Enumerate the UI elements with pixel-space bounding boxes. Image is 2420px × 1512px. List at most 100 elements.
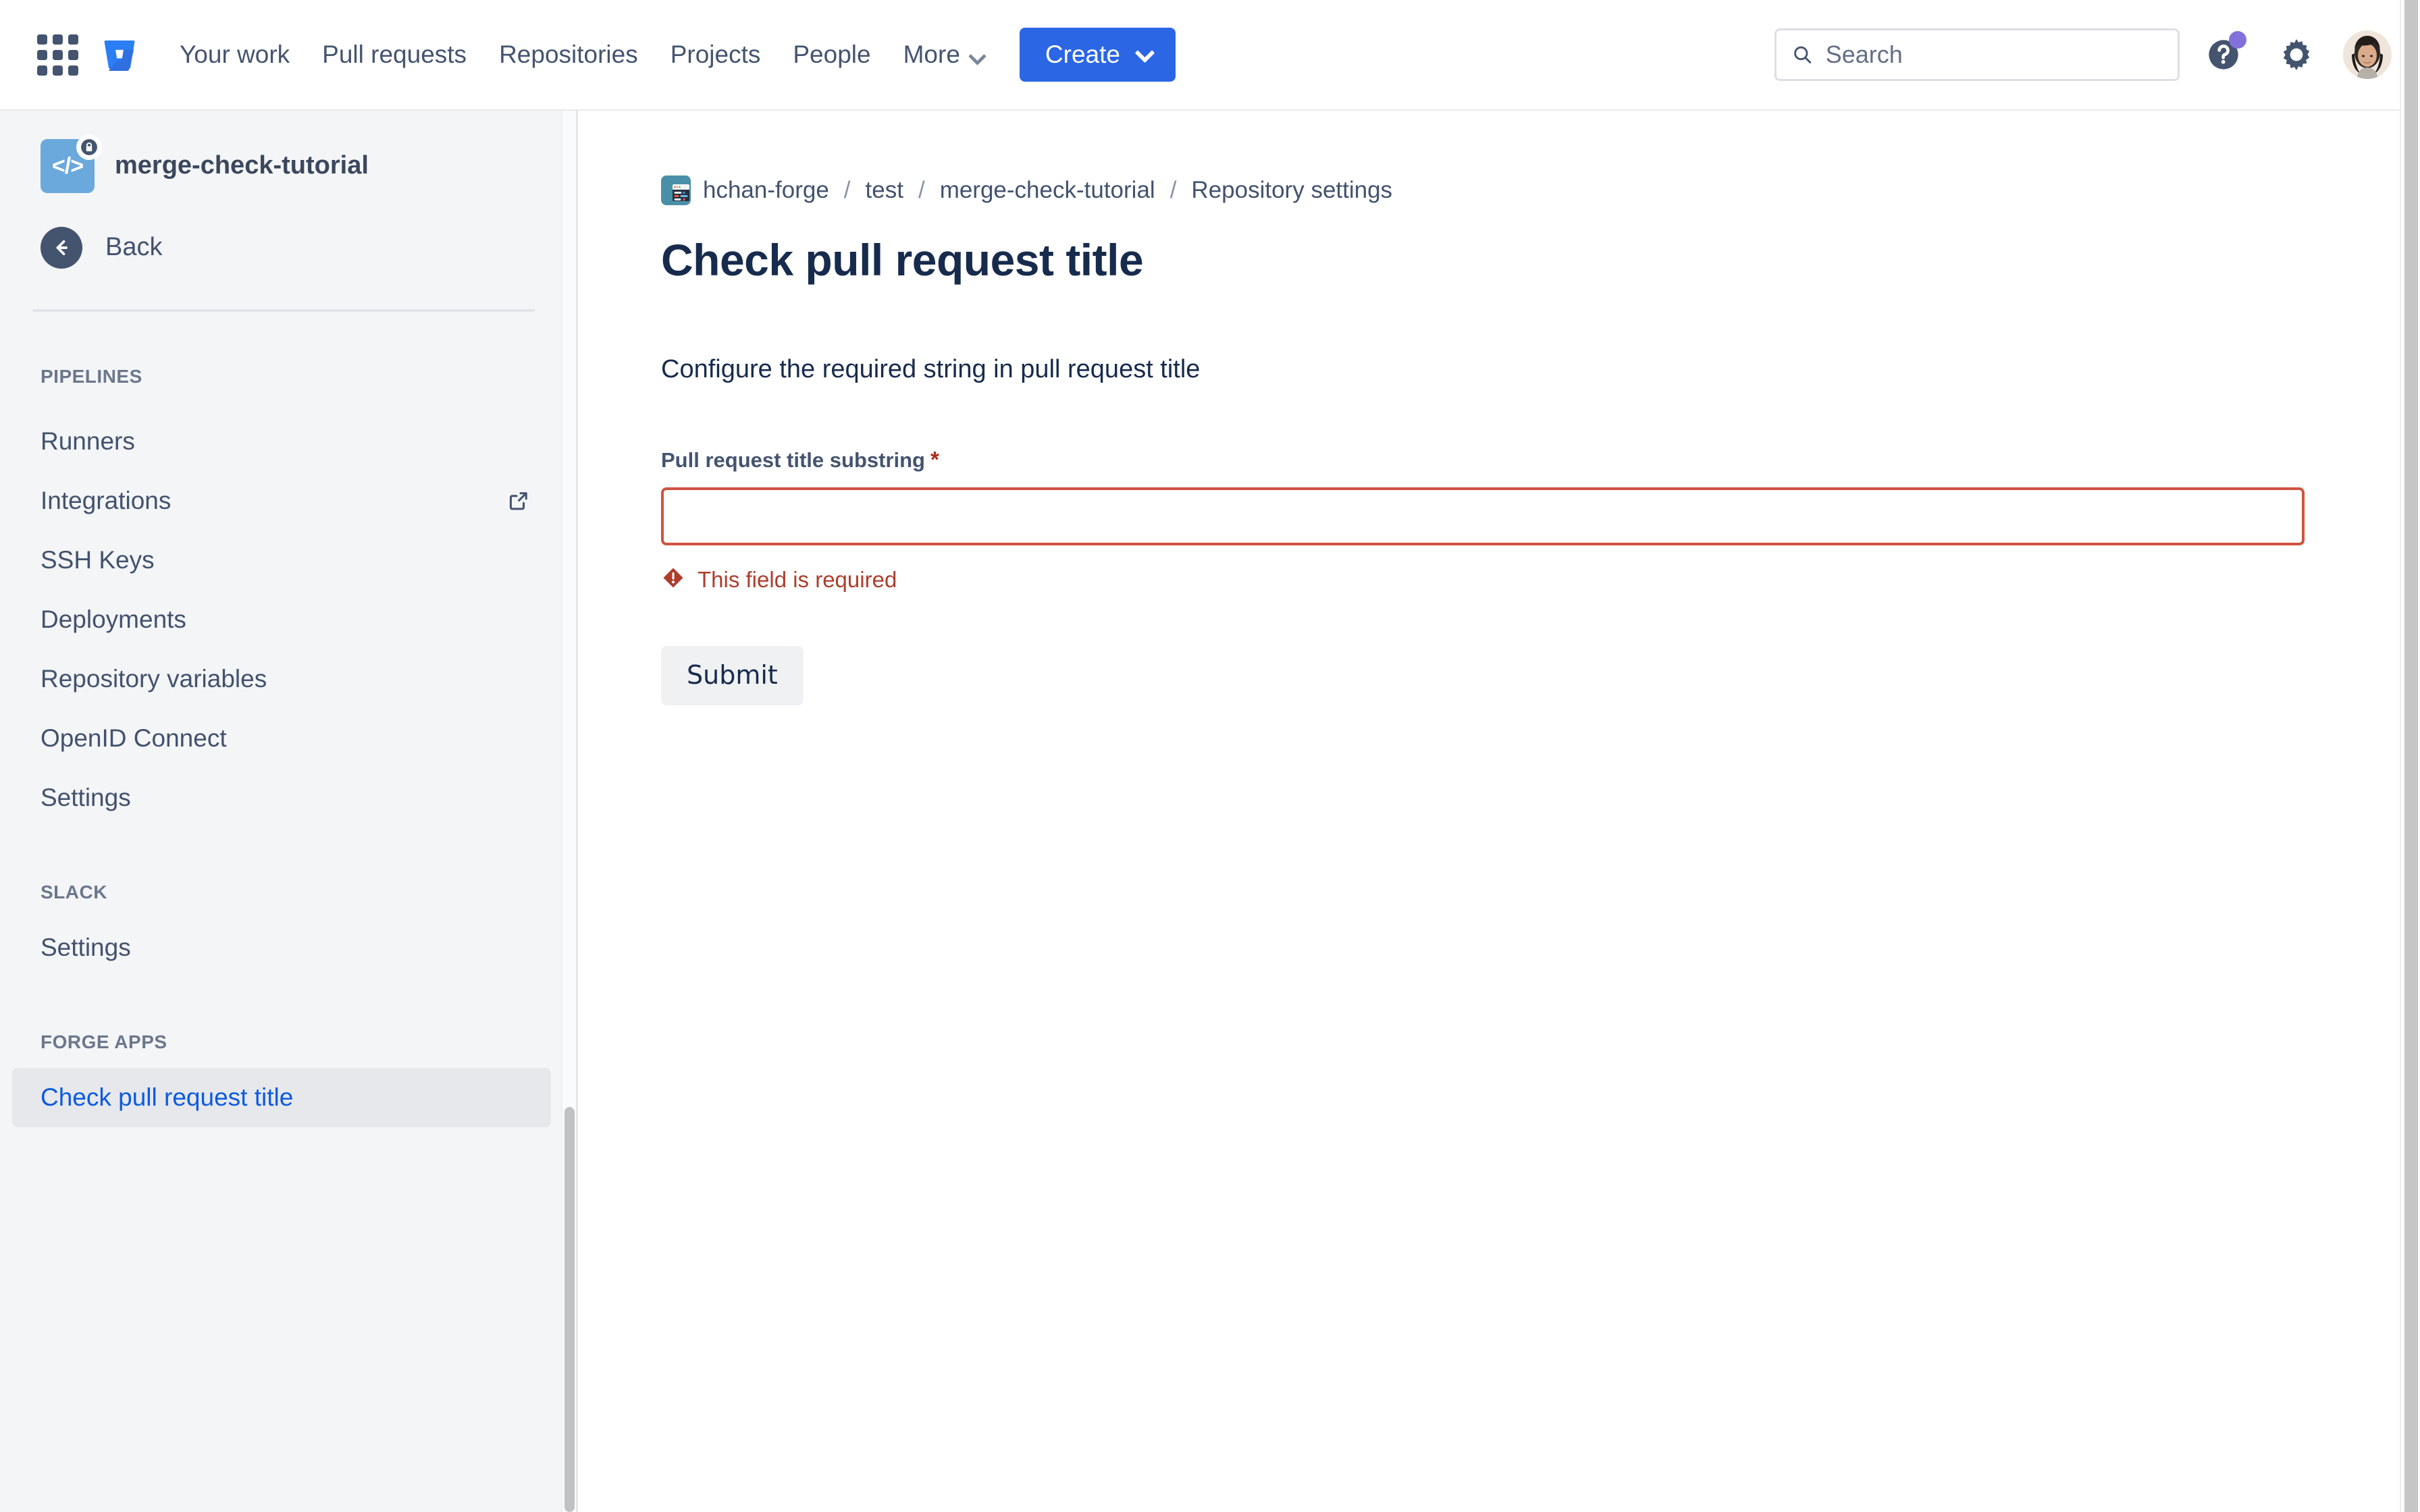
nav-link-more[interactable]: More xyxy=(889,27,1001,83)
sidebar-item-label: SSH Keys xyxy=(41,545,155,574)
sidebar-item-label: Check pull request title xyxy=(41,1083,294,1111)
grid-dot xyxy=(68,49,78,60)
breadcrumb: hchan-forge / test / merge-check-tutoria… xyxy=(661,176,2420,205)
nav-link-repositories[interactable]: Repositories xyxy=(484,27,653,83)
breadcrumb-item-project[interactable]: test xyxy=(866,176,903,205)
notification-dot xyxy=(2229,31,2246,49)
search-icon xyxy=(1794,46,1812,63)
sidebar-item-label: Integrations xyxy=(41,486,172,514)
chevron-down-icon xyxy=(968,47,986,65)
sidebar-content: </> merge-check-tutorial Back PIPELINES … xyxy=(0,111,563,1512)
nav-link-label: Your work xyxy=(180,40,290,68)
breadcrumb-item-repository-settings[interactable]: Repository settings xyxy=(1191,176,1392,205)
window-scrollbar[interactable] xyxy=(2400,0,2420,1512)
bitbucket-logo-icon[interactable] xyxy=(93,30,146,80)
search-box[interactable] xyxy=(1774,28,2180,81)
search-input[interactable] xyxy=(1825,40,2163,69)
grid-dot xyxy=(52,49,63,60)
sidebar-item-deployments[interactable]: Deployments xyxy=(12,590,551,649)
sidebar-back-button[interactable]: Back xyxy=(0,193,563,269)
grid-dot xyxy=(36,65,47,76)
nav-link-people[interactable]: People xyxy=(778,27,885,83)
submit-button-label: Submit xyxy=(687,660,778,691)
sidebar-item-label: Settings xyxy=(41,783,131,811)
nav-link-label: People xyxy=(793,40,871,68)
main-content: hchan-forge / test / merge-check-tutoria… xyxy=(580,111,2420,1512)
nav-link-label: More xyxy=(903,40,960,68)
sidebar-item-openid-connect[interactable]: OpenID Connect xyxy=(12,709,551,768)
repo-avatar-icon: </> xyxy=(41,134,102,193)
sidebar-item-label: Runners xyxy=(41,427,135,455)
grid-dot xyxy=(36,34,47,45)
required-marker: * xyxy=(930,446,939,472)
sidebar-scrollbar-thumb[interactable] xyxy=(564,1107,575,1512)
sidebar-item-repository-variables[interactable]: Repository variables xyxy=(12,649,551,709)
breadcrumb-separator: / xyxy=(1169,177,1177,203)
nav-link-label: Pull requests xyxy=(322,40,467,68)
grid-apps-icon[interactable] xyxy=(32,30,82,80)
avatar[interactable] xyxy=(2343,30,2392,79)
workspace-avatar-icon xyxy=(661,176,691,205)
sidebar-item-label: OpenID Connect xyxy=(41,724,227,752)
breadcrumb-separator: / xyxy=(918,177,925,203)
sidebar-divider xyxy=(32,309,535,312)
main-content-inner: hchan-forge / test / merge-check-tutoria… xyxy=(580,111,2420,706)
gear-icon xyxy=(2283,39,2310,70)
sidebar-section-title-pipelines: PIPELINES xyxy=(41,366,142,387)
repo-avatar-glyph: </> xyxy=(51,153,84,179)
sidebar-scrollbar[interactable] xyxy=(561,111,576,1512)
sidebar-repo-name: merge-check-tutorial xyxy=(115,151,369,180)
nav-link-pull-requests[interactable]: Pull requests xyxy=(307,27,481,83)
nav-link-projects[interactable]: Projects xyxy=(656,27,776,83)
grid-dot xyxy=(68,65,78,76)
sidebar-item-ssh-keys[interactable]: SSH Keys xyxy=(12,531,551,590)
settings-button[interactable] xyxy=(2267,26,2325,84)
field-label-text: Pull request title substring xyxy=(661,448,925,472)
page-description: Configure the required string in pull re… xyxy=(661,355,1201,384)
help-button[interactable] xyxy=(2194,26,2253,84)
sidebar-item-label: Deployments xyxy=(41,605,186,633)
sidebar-item-check-pull-request-title[interactable]: Check pull request title xyxy=(12,1068,551,1127)
nav-link-label: Projects xyxy=(670,40,761,68)
nav-link-your-work[interactable]: Your work xyxy=(165,27,305,83)
pull-request-title-substring-input[interactable] xyxy=(661,487,2305,546)
submit-button[interactable]: Submit xyxy=(661,646,804,706)
sidebar-item-label: Settings xyxy=(41,933,131,961)
bitbucket-repository-settings-page: Your work Pull requests Repositories Pro… xyxy=(0,0,2420,1512)
primary-nav-links: Your work Pull requests Repositories Pro… xyxy=(165,27,1001,83)
grid-dot xyxy=(52,34,63,45)
breadcrumb-item-workspace[interactable]: hchan-forge xyxy=(703,176,829,205)
breadcrumb-item-repository[interactable]: merge-check-tutorial xyxy=(940,176,1155,205)
page-title: Check pull request title xyxy=(661,235,1144,285)
sidebar-section-title-forge-apps: FORGE APPS xyxy=(41,1031,167,1052)
error-diamond-icon xyxy=(661,566,685,593)
sidebar-section-title-slack: SLACK xyxy=(41,882,107,902)
lock-icon xyxy=(76,134,102,160)
sidebar-back-label: Back xyxy=(105,233,163,262)
sidebar-item-runners[interactable]: Runners xyxy=(12,412,551,471)
create-button-label: Create xyxy=(1045,40,1120,68)
sidebar-item-slack-settings[interactable]: Settings xyxy=(12,918,551,977)
field-error-message: This field is required xyxy=(661,566,2420,593)
sidebar-repo-header[interactable]: </> merge-check-tutorial xyxy=(0,111,563,193)
sidebar-item-label: Repository variables xyxy=(41,664,267,693)
error-message-text: This field is required xyxy=(698,566,897,592)
grid-dot xyxy=(52,65,63,76)
sidebar-item-integrations[interactable]: Integrations xyxy=(12,471,551,531)
top-navigation-bar: Your work Pull requests Repositories Pro… xyxy=(0,0,2420,111)
repository-settings-sidebar: </> merge-check-tutorial Back PIPELINES … xyxy=(0,111,578,1512)
nav-link-label: Repositories xyxy=(499,40,638,68)
breadcrumb-separator: / xyxy=(843,177,851,203)
window-scrollbar-thumb[interactable] xyxy=(2404,0,2418,1512)
grid-dot xyxy=(36,49,47,60)
grid-dot xyxy=(68,34,78,45)
create-button[interactable]: Create xyxy=(1019,28,1176,82)
arrow-left-icon xyxy=(41,227,82,269)
field-label-pull-request-title-substring: Pull request title substring * xyxy=(661,446,2420,473)
external-link-icon xyxy=(506,489,531,513)
sidebar-item-pipelines-settings[interactable]: Settings xyxy=(12,768,551,828)
chevron-down-icon xyxy=(1136,45,1153,61)
